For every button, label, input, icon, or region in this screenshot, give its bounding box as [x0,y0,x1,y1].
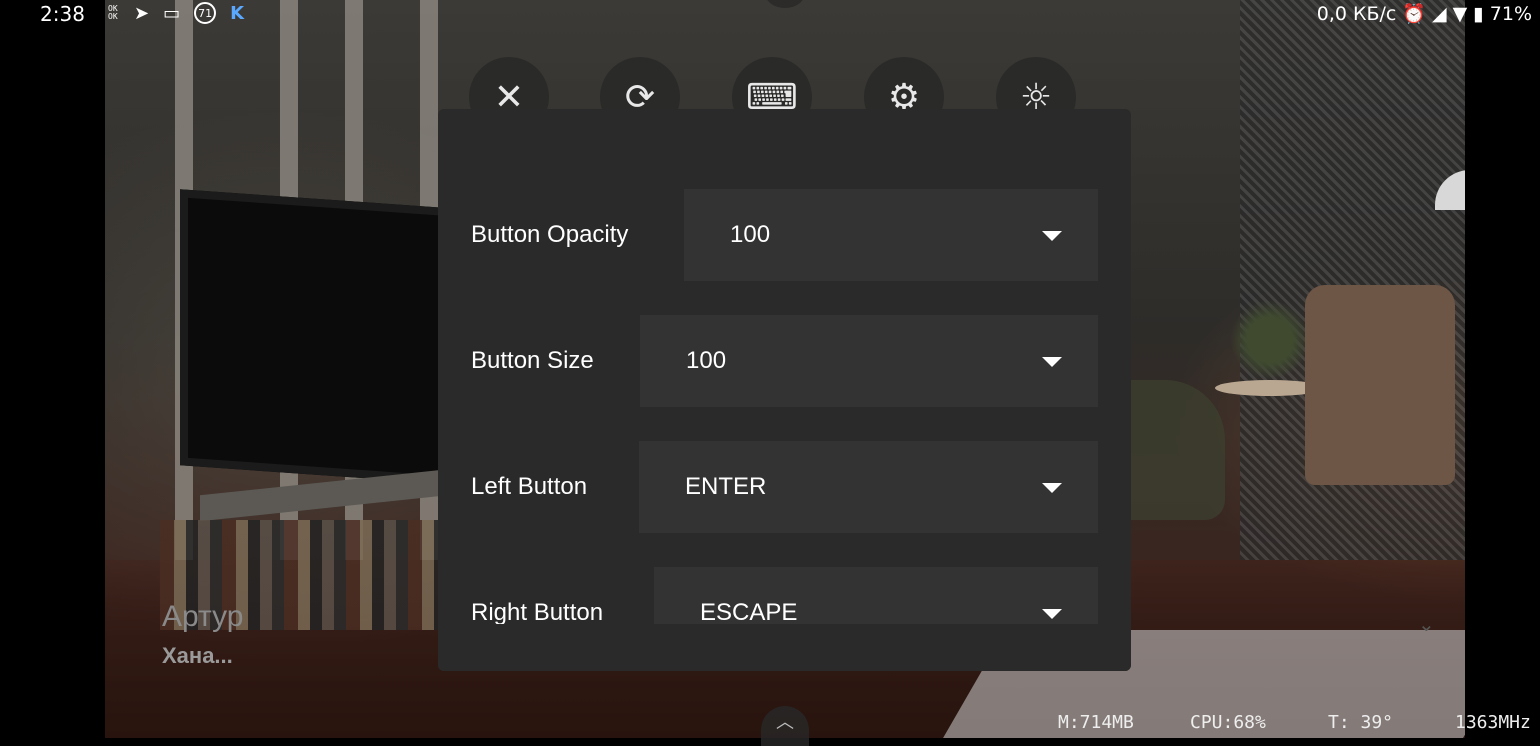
dialogue-text: Хана... [162,643,233,668]
memory-readout: M:714MB [1058,712,1134,733]
chair-image [1305,285,1455,485]
chevron-down-icon [1042,483,1062,493]
cast-icon: ▭ [163,2,181,24]
button-size-select[interactable]: 100 [640,315,1098,407]
left-button-select[interactable]: ENTER [639,441,1098,533]
notification-icons: OK OK ➤ ▭ 71 K [108,2,244,24]
button-size-value: 100 [686,347,727,374]
battery-level: 71% [1489,2,1532,25]
telegram-icon: ➤ [134,2,150,24]
bottom-handle[interactable]: ︿ [761,706,809,746]
left-button-value: ENTER [685,473,767,500]
status-time: 2:38 [40,2,85,26]
left-button-label: Left Button [471,473,588,500]
badge-icon: 71 [194,2,217,24]
battery-icon: ▮ [1473,2,1484,25]
alarm-icon: ⏰ [1402,3,1427,25]
chevron-down-icon [1042,357,1062,367]
signal-icon: ◢ [1432,2,1447,25]
button-opacity-select[interactable]: 100 [684,189,1098,281]
chevron-up-icon: ︿ [776,712,794,733]
ok-icon: OK OK [108,4,118,21]
button-opacity-label: Button Opacity [471,221,629,248]
cpu-readout: CPU:68% [1190,712,1266,733]
chevron-down-icon [1042,231,1062,241]
plant-image [1230,300,1310,380]
kaspersky-icon: K [230,2,245,24]
right-button-value: ESCAPE [700,599,798,626]
status-right: 0,0 КБ/с ⏰ ◢ ▼ ▮ 71% [1316,2,1532,26]
chevron-down-icon [1042,609,1062,619]
button-opacity-value: 100 [730,221,771,248]
status-bar: 2:38 OK OK ➤ ▭ 71 K 0,0 КБ/с ⏰ ◢ ▼ ▮ 71% [0,0,1540,28]
character-name: Артур [162,600,244,633]
network-speed: 0,0 КБ/с [1316,2,1397,25]
wifi-icon: ▼ [1452,2,1468,25]
chevron-down-icon: ⌄ [1418,612,1435,636]
button-size-label: Button Size [471,347,594,374]
temp-readout: T: 39° [1328,712,1394,733]
panel-scroll-mask [438,624,1131,671]
right-button-label: Right Button [471,599,604,626]
freq-readout: 1363MHz [1455,712,1531,733]
settings-panel: Button Opacity 100 Button Size 100 Left … [438,109,1131,671]
